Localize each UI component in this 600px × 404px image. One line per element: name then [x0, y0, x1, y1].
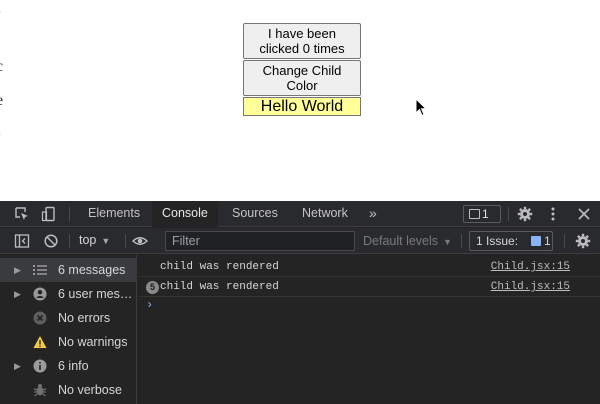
- filter-input[interactable]: [165, 231, 355, 251]
- context-selector[interactable]: top ▼: [79, 233, 110, 247]
- caret-down-icon: ▼: [101, 236, 111, 246]
- console-settings-gear-icon[interactable]: [575, 233, 591, 249]
- cut-off-text: c: [0, 58, 3, 76]
- issue-icon: [531, 236, 541, 246]
- page-viewport: t c e t l I have been clicked 0 times Ch…: [0, 0, 600, 201]
- tab-elements[interactable]: Elements: [78, 201, 150, 227]
- toolbar-divider: [69, 234, 70, 248]
- error-icon: [33, 311, 47, 325]
- mouse-pointer-icon: [415, 98, 427, 117]
- console-message-text: child was rendered: [160, 281, 279, 293]
- console-toolbar: top ▼ Default levels ▼ 1 Issue: 1: [0, 228, 600, 254]
- sidebar-item-errors[interactable]: No errors: [0, 306, 137, 330]
- tab-console[interactable]: Console: [152, 201, 218, 227]
- log-levels-label: Default levels: [363, 234, 439, 248]
- settings-gear-icon[interactable]: [517, 206, 533, 222]
- toolbar-divider: [564, 234, 565, 248]
- sidebar-item-label: 6 info: [58, 359, 89, 373]
- source-link[interactable]: Child.jsx:15: [491, 261, 570, 273]
- clear-console-icon[interactable]: [43, 233, 59, 249]
- sidebar-item-verbose[interactable]: No verbose: [0, 378, 137, 402]
- device-toolbar-icon[interactable]: [41, 206, 57, 222]
- more-tabs-button[interactable]: »: [369, 201, 377, 227]
- log-levels-dropdown[interactable]: Default levels ▼: [363, 234, 452, 248]
- console-output: child was rendered Child.jsx:15 5 child …: [138, 255, 600, 404]
- context-label: top: [79, 233, 97, 247]
- close-icon[interactable]: [576, 206, 592, 222]
- toggle-sidebar-icon[interactable]: [14, 233, 30, 249]
- live-expression-eye-icon[interactable]: [132, 233, 148, 249]
- info-icon: [33, 359, 47, 373]
- sidebar-item-info[interactable]: ▶ 6 info: [0, 354, 137, 378]
- toolbar-divider: [508, 207, 509, 221]
- source-link[interactable]: Child.jsx:15: [491, 281, 570, 293]
- sidebar-item-user-messages[interactable]: ▶ 6 user mes…: [0, 282, 137, 306]
- issues-count: 1: [544, 234, 551, 248]
- list-icon: [33, 265, 47, 275]
- toolbar-divider: [69, 207, 70, 221]
- devtools-panel: Elements Console Sources Network » 1 top…: [0, 201, 600, 404]
- console-message: 5 child was rendered Child.jsx:15: [138, 277, 600, 297]
- expand-arrow-icon: ▶: [14, 289, 21, 299]
- more-options-icon[interactable]: [545, 206, 561, 222]
- sidebar-item-label: 6 user mes…: [58, 287, 133, 301]
- change-child-color-button[interactable]: Change Child Color: [243, 60, 361, 96]
- tab-sources[interactable]: Sources: [222, 201, 288, 227]
- sidebar-item-warnings[interactable]: No warnings: [0, 330, 137, 354]
- warning-icon: [33, 336, 47, 348]
- child-component: Hello World: [243, 97, 361, 116]
- click-counter-button[interactable]: I have been clicked 0 times: [243, 23, 361, 59]
- cut-off-text: e: [0, 92, 3, 110]
- messages-counter-button[interactable]: 1: [463, 205, 501, 223]
- devtools-tab-bar: Elements Console Sources Network » 1: [0, 201, 600, 227]
- inspect-element-icon[interactable]: [14, 206, 30, 222]
- message-icon: [469, 209, 480, 219]
- toolbar-divider: [461, 234, 462, 248]
- issues-label: 1 Issue:: [476, 234, 519, 248]
- issues-button[interactable]: 1 Issue: 1: [469, 231, 553, 251]
- console-message: child was rendered Child.jsx:15: [138, 257, 600, 277]
- sidebar-item-label: No errors: [58, 311, 111, 325]
- console-message-text: child was rendered: [160, 261, 279, 273]
- expand-arrow-icon: ▶: [14, 265, 21, 275]
- messages-count: 1: [482, 207, 489, 221]
- expand-arrow-icon: ▶: [14, 361, 21, 371]
- repeat-count-badge: 5: [146, 281, 159, 294]
- sidebar-item-label: 6 messages: [58, 263, 126, 277]
- bug-icon: [33, 384, 47, 397]
- sidebar-item-label: No verbose: [58, 383, 122, 397]
- console-prompt[interactable]: ›: [146, 298, 153, 312]
- sidebar-item-messages[interactable]: ▶ 6 messages: [0, 258, 137, 282]
- caret-down-icon: ▼: [443, 237, 452, 247]
- toolbar-divider: [125, 234, 126, 248]
- tab-network[interactable]: Network: [292, 201, 358, 227]
- console-sidebar: ▶ 6 messages ▶ 6 user mes… No errors No …: [0, 255, 137, 404]
- user-icon: [33, 287, 47, 301]
- sidebar-item-label: No warnings: [58, 335, 128, 349]
